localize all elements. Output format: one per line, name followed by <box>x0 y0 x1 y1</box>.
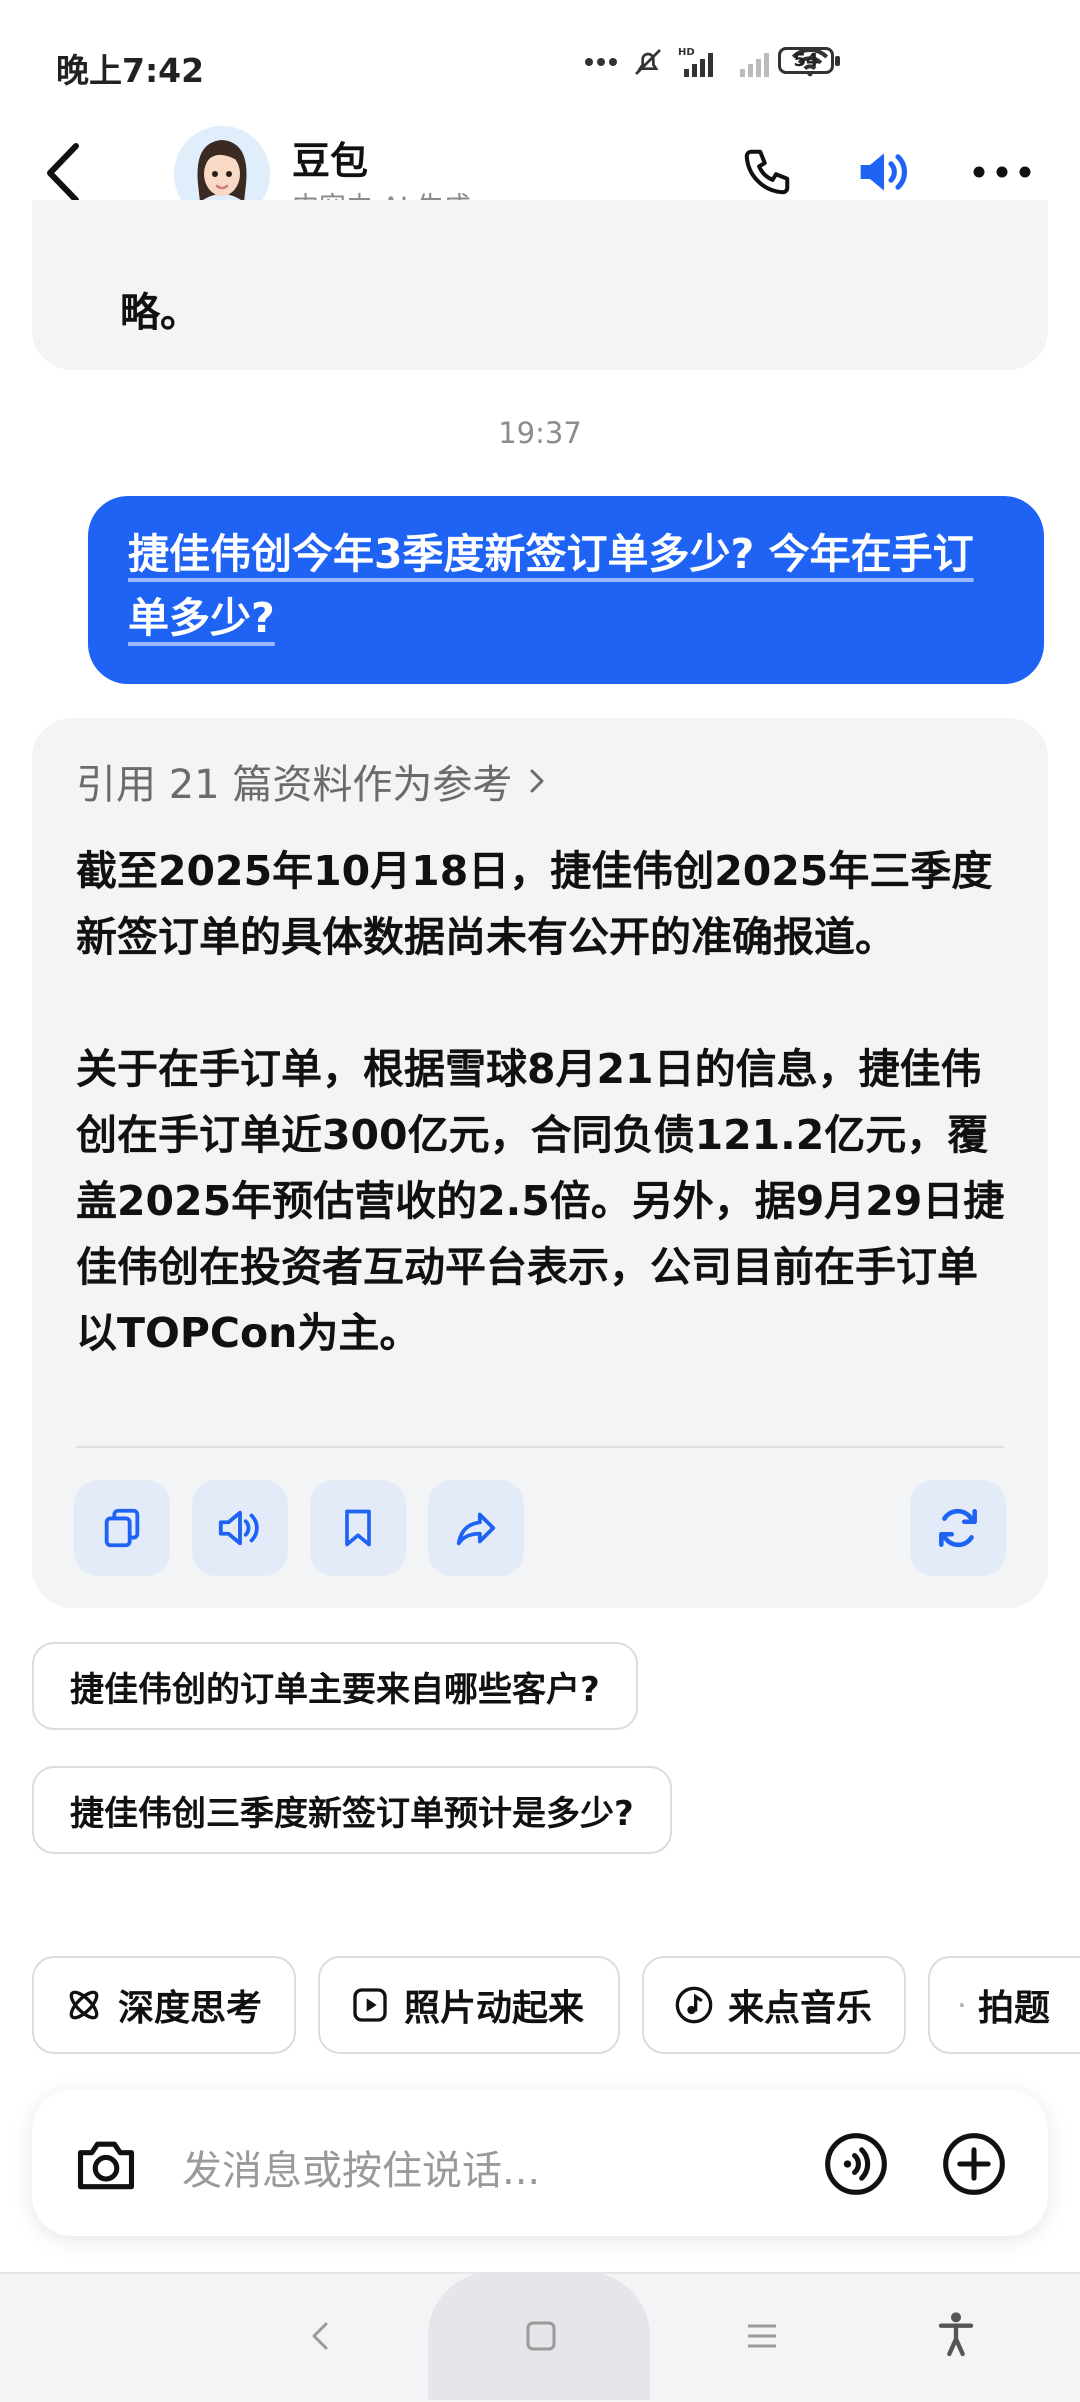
chip-deep-think[interactable]: 深度思考 <box>32 1956 296 2054</box>
bot-name: 豆包 <box>292 130 368 185</box>
accessibility-button[interactable] <box>936 2310 976 2362</box>
speaker-icon <box>853 144 915 200</box>
copy-button[interactable] <box>74 1480 170 1576</box>
chevron-right-icon <box>522 763 552 799</box>
previous-message-text: 略。 <box>120 280 200 338</box>
nav-back-button[interactable] <box>300 2314 340 2362</box>
more-button[interactable] <box>970 140 1034 204</box>
chip-animate-photo[interactable]: 照片动起来 <box>318 1956 620 2054</box>
message-input[interactable]: 发消息或按住说话... <box>182 2138 540 2196</box>
nav-back-icon <box>300 2314 340 2358</box>
copy-icon <box>99 1505 145 1551</box>
document-search-icon <box>960 1985 964 2025</box>
answer-text: 截至2025年10月18日，捷佳伟创2025年三季度新签订单的具体数据尚未有公开… <box>76 838 1016 1432</box>
suggestion-chip[interactable]: 捷佳伟创的订单主要来自哪些客户? <box>32 1642 638 1730</box>
message-timestamp: 19:37 <box>0 416 1080 450</box>
answer-paragraph-1: 截至2025年10月18日，捷佳伟创2025年三季度新签订单的具体数据尚未有公开… <box>76 838 1016 970</box>
chip-label: 拍题 <box>978 1979 1050 2031</box>
call-button[interactable] <box>735 140 799 204</box>
bookmark-button[interactable] <box>310 1480 406 1576</box>
camera-icon <box>72 2130 140 2198</box>
answer-paragraph-2: 关于在手订单，根据雪球8月21日的信息，捷佳伟创在手订单近300亿元，合同负债1… <box>76 1036 1016 1366</box>
references-link[interactable]: 引用 21 篇资料作为参考 <box>76 752 552 810</box>
chip-label: 照片动起来 <box>404 1979 584 2031</box>
nav-home-icon <box>520 2314 560 2358</box>
chip-label: 深度思考 <box>118 1979 262 2031</box>
chevron-left-icon <box>40 138 90 208</box>
read-aloud-button[interactable] <box>192 1480 288 1576</box>
signal-hd-icon: HD <box>678 45 722 79</box>
phone-icon <box>740 145 794 199</box>
share-button[interactable] <box>428 1480 524 1576</box>
signal-weak-icon <box>736 45 776 79</box>
camera-button[interactable] <box>72 2130 140 2198</box>
status-time: 晚上7:42 <box>56 44 204 92</box>
more-horizontal-icon <box>972 165 1032 179</box>
play-square-icon <box>350 1985 390 2025</box>
back-button[interactable] <box>40 138 90 208</box>
user-message-bubble[interactable]: 捷佳伟创今年3季度新签订单多少? 今年在手订单多少? <box>88 496 1044 684</box>
accessibility-icon <box>936 2310 976 2358</box>
user-message-text: 捷佳伟创今年3季度新签订单多少? 今年在手订单多少? <box>128 530 974 642</box>
chip-music[interactable]: 来点音乐 <box>642 1956 906 2054</box>
add-button[interactable] <box>940 2130 1008 2198</box>
references-label: 引用 21 篇资料作为参考 <box>76 752 512 810</box>
voice-wave-icon <box>822 2130 890 2198</box>
nav-home-button[interactable] <box>520 2314 560 2362</box>
plus-circle-icon <box>940 2130 1008 2198</box>
svg-text:HD: HD <box>678 47 695 58</box>
nav-menu-icon <box>742 2314 782 2358</box>
voice-input-button[interactable] <box>822 2130 890 2198</box>
refresh-icon <box>933 1503 983 1553</box>
nav-recents-button[interactable] <box>742 2314 782 2362</box>
regenerate-button[interactable] <box>910 1480 1006 1576</box>
atom-icon <box>64 1985 104 2025</box>
battery-indicator: 54 <box>778 47 834 74</box>
voice-playback-toggle[interactable] <box>852 140 916 204</box>
more-dots-icon <box>584 57 618 67</box>
divider <box>76 1446 1004 1448</box>
bookmark-icon <box>336 1505 380 1551</box>
share-arrow-icon <box>452 1505 500 1551</box>
speaker-outline-icon <box>215 1505 265 1551</box>
chip-label: 来点音乐 <box>728 1979 872 2031</box>
mute-bell-icon <box>632 46 664 78</box>
chip-photo-question[interactable]: 拍题 <box>928 1956 1080 2054</box>
suggestion-chip[interactable]: 捷佳伟创三季度新签订单预计是多少? <box>32 1766 672 1854</box>
music-note-icon <box>674 1985 714 2025</box>
